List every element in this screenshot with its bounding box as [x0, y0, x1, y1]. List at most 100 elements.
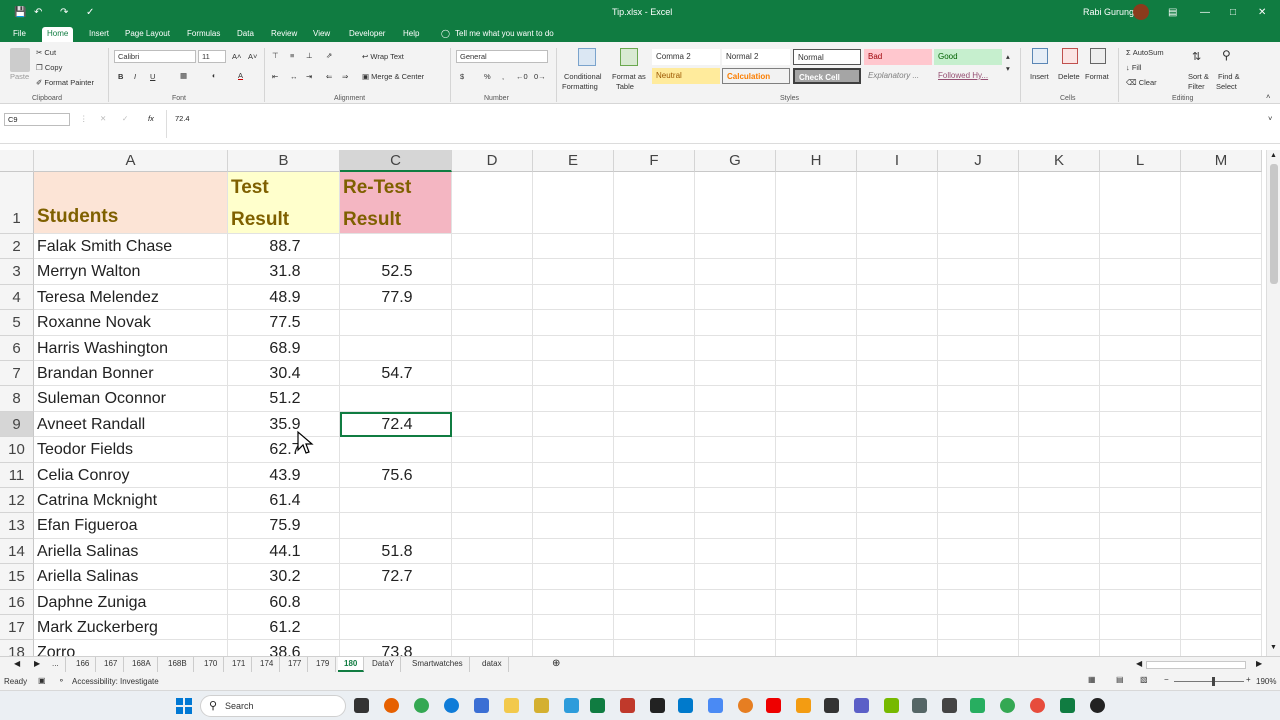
cell-student-name[interactable]: Merryn Walton: [34, 259, 228, 285]
row-header[interactable]: 12: [0, 488, 34, 514]
cell[interactable]: [776, 462, 857, 488]
increase-decimal-icon[interactable]: ←0: [516, 72, 528, 81]
sheet-tab[interactable]: 171: [226, 657, 253, 672]
cell[interactable]: [533, 615, 614, 641]
hscroll-right-icon[interactable]: ▶: [1256, 659, 1262, 668]
prev-sheet-icon[interactable]: ◀: [14, 659, 20, 668]
sheet-tab[interactable]: 170: [198, 657, 225, 672]
cell[interactable]: [533, 310, 614, 336]
cell-retest-result[interactable]: [340, 386, 452, 412]
cell-test-result[interactable]: 61.2: [228, 615, 340, 641]
zoom-slider[interactable]: [1174, 681, 1244, 682]
cell-test-result[interactable]: 75.9: [228, 513, 340, 539]
align-top-icon[interactable]: ⊤: [272, 51, 279, 60]
zoom-level[interactable]: 190%: [1256, 677, 1276, 686]
cell[interactable]: [533, 411, 614, 438]
cell[interactable]: [938, 615, 1019, 641]
cell[interactable]: [452, 335, 533, 361]
app-icon[interactable]: [738, 698, 753, 713]
cell[interactable]: [857, 462, 938, 488]
cell[interactable]: [533, 538, 614, 565]
cell-test-result[interactable]: 62.7: [228, 437, 340, 463]
cell-retest-result[interactable]: [340, 234, 452, 260]
cell[interactable]: [614, 488, 695, 514]
header-test-result[interactable]: Test Result: [228, 172, 340, 234]
cell[interactable]: [1181, 437, 1262, 463]
cell[interactable]: [1181, 513, 1262, 539]
app-icon[interactable]: [942, 698, 957, 713]
insert-cells-button[interactable]: Insert: [1030, 72, 1049, 81]
cell[interactable]: [776, 589, 857, 615]
cell-test-result[interactable]: 60.8: [228, 589, 340, 615]
cell[interactable]: [452, 615, 533, 641]
cell[interactable]: [1100, 640, 1181, 656]
cell[interactable]: [614, 411, 695, 438]
enter-entry-icon[interactable]: ✓: [122, 114, 128, 123]
cell[interactable]: [452, 513, 533, 539]
row-header[interactable]: 17: [0, 615, 34, 641]
maximize-icon[interactable]: □: [1230, 7, 1236, 18]
cell[interactable]: [1100, 234, 1181, 260]
cell[interactable]: [857, 386, 938, 412]
taskbar-search[interactable]: ⚲ Search: [200, 695, 346, 717]
cell[interactable]: [1019, 437, 1100, 463]
vertical-scrollbar[interactable]: ▲ ▼: [1266, 150, 1280, 656]
cell[interactable]: [938, 411, 1019, 438]
style-followed-hyperlink[interactable]: Followed Hy...: [934, 68, 1002, 84]
accessibility-icon[interactable]: ⚬: [58, 676, 65, 685]
wrap-text-button[interactable]: ↩ Wrap Text: [362, 52, 404, 61]
cell[interactable]: [857, 513, 938, 539]
styles-scroll-down-icon[interactable]: ▾: [1006, 64, 1010, 73]
cell[interactable]: [1019, 615, 1100, 641]
cell[interactable]: [857, 284, 938, 311]
cell-test-result[interactable]: 38.6: [228, 640, 340, 656]
cell[interactable]: [776, 234, 857, 260]
cell[interactable]: [1100, 361, 1181, 387]
sheet-tab[interactable]: 166: [70, 657, 97, 672]
style-check-cell[interactable]: Check Cell: [793, 68, 861, 84]
cell[interactable]: [1100, 411, 1181, 438]
style-good[interactable]: Good: [934, 49, 1002, 65]
chrome-icon[interactable]: [1000, 698, 1015, 713]
zoom-out-icon[interactable]: −: [1164, 675, 1169, 684]
cell[interactable]: [938, 640, 1019, 656]
cell-retest-result[interactable]: [340, 513, 452, 539]
redo-icon[interactable]: ↷: [60, 7, 68, 18]
task-view-icon[interactable]: [354, 698, 369, 713]
cell[interactable]: [533, 361, 614, 387]
user-name[interactable]: Rabi Gurung: [1083, 7, 1134, 17]
orientation-icon[interactable]: ⇗: [326, 51, 332, 60]
styles-scroll-up-icon[interactable]: ▴: [1006, 52, 1010, 61]
horizontal-scrollbar[interactable]: [1146, 661, 1246, 669]
cut-button[interactable]: ✂ Cut: [36, 48, 56, 57]
ribbon-display-icon[interactable]: ▤: [1168, 7, 1177, 18]
cell-student-name[interactable]: Harris Washington: [34, 335, 228, 361]
cell[interactable]: [1100, 386, 1181, 412]
sheet-tab[interactable]: 167: [98, 657, 125, 672]
cell[interactable]: [776, 411, 857, 438]
app-icon[interactable]: [564, 698, 579, 713]
column-header-F[interactable]: F: [614, 150, 695, 172]
conditional-formatting-icon[interactable]: [578, 48, 596, 66]
cell[interactable]: [695, 411, 776, 438]
cell[interactable]: [776, 564, 857, 590]
cell-retest-result[interactable]: 75.6: [340, 462, 452, 488]
cell[interactable]: [1019, 259, 1100, 285]
cell[interactable]: [776, 615, 857, 641]
tab-data[interactable]: Data: [232, 27, 259, 42]
cell[interactable]: [614, 335, 695, 361]
delete-cells-button[interactable]: Delete: [1058, 72, 1080, 81]
align-center-icon[interactable]: ↔: [290, 72, 298, 81]
cell[interactable]: [938, 488, 1019, 514]
cell[interactable]: [1181, 488, 1262, 514]
cell[interactable]: [857, 437, 938, 463]
calendar-icon[interactable]: [474, 698, 489, 713]
nvidia-icon[interactable]: [884, 698, 899, 713]
cell[interactable]: [776, 335, 857, 361]
undo-icon[interactable]: ↶: [34, 7, 42, 18]
cell[interactable]: [1019, 361, 1100, 387]
cell[interactable]: [695, 172, 776, 234]
column-header-M[interactable]: M: [1181, 150, 1262, 172]
number-format-select[interactable]: General: [456, 50, 548, 63]
cell-student-name[interactable]: Suleman Oconnor: [34, 386, 228, 412]
